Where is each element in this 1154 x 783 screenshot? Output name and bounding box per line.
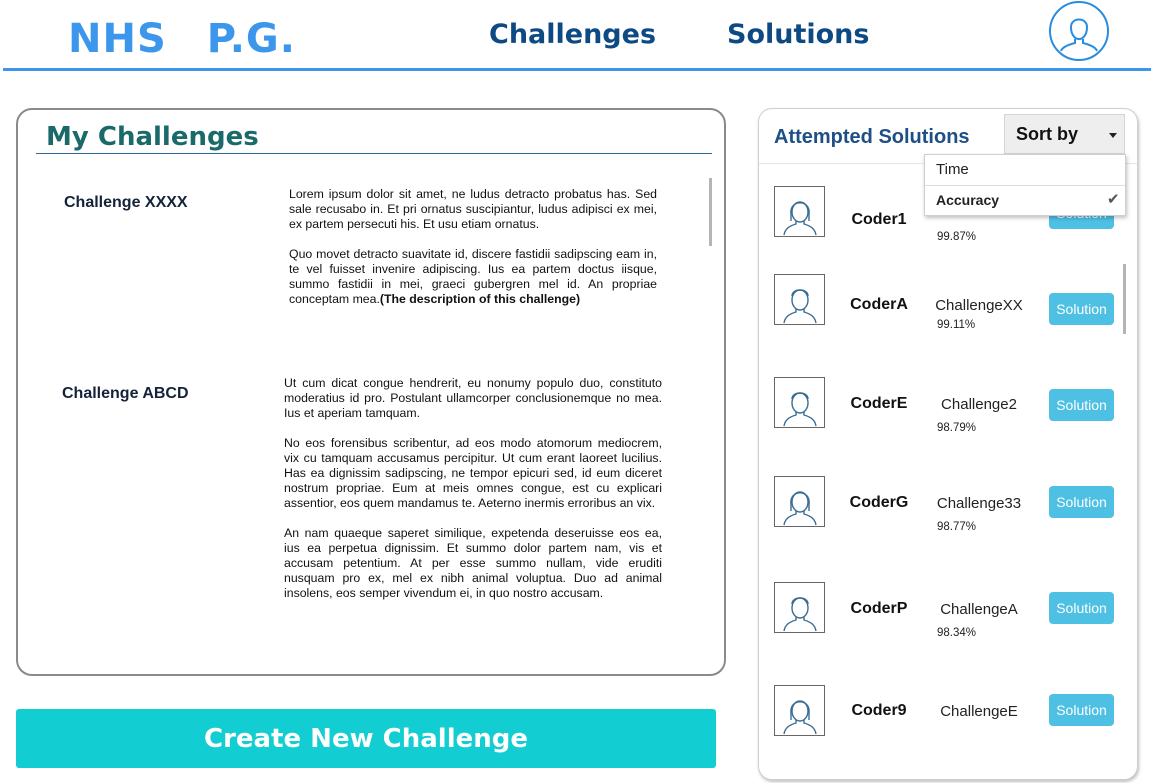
coder-avatar: [774, 685, 825, 736]
challenge-item-xxxx[interactable]: Challenge XXXX: [64, 194, 188, 212]
sort-by-select[interactable]: Sort by: [1004, 114, 1125, 154]
logo-part-1: NHS: [68, 16, 167, 62]
sort-by-label: Sort by: [1016, 124, 1079, 144]
avatar-icon: [783, 491, 817, 526]
sort-option-label: Time: [936, 161, 969, 178]
challenge-item-abcd[interactable]: Challenge ABCD: [62, 385, 189, 403]
sort-option-label: Accuracy: [936, 192, 1000, 208]
nav-solutions[interactable]: Solutions: [727, 19, 869, 50]
avatar-icon: [783, 392, 817, 427]
avatar-icon: [783, 201, 817, 236]
coder-avatar: [774, 186, 825, 237]
challenge-description: Lorem ipsum dolor sit amet, ne ludus det…: [289, 187, 657, 322]
solution-row: CoderA ChallengeXX 99.11% Solution: [759, 274, 1129, 334]
my-challenges-title: My Challenges: [46, 122, 259, 152]
header-divider: [3, 68, 1151, 71]
solution-button[interactable]: Solution: [1049, 293, 1114, 325]
coder-name[interactable]: CoderA: [835, 296, 923, 314]
challenge-name: ChallengeXX: [935, 297, 1023, 314]
accuracy-value: 98.34%: [937, 627, 977, 639]
title-divider: [36, 153, 712, 154]
challenge-name: Challenge2: [941, 396, 1017, 413]
description-paragraph: An nam quaeque saperet similique, expete…: [284, 526, 662, 600]
sort-option-accuracy[interactable]: Accuracy ✔: [925, 185, 1125, 215]
avatar-icon: [783, 700, 817, 735]
create-new-challenge-button[interactable]: Create New Challenge: [16, 709, 716, 768]
solution-row: CoderE Challenge2 98.79% Solution: [759, 377, 1129, 437]
accuracy-value: 98.79%: [937, 422, 977, 434]
challenge-name: ChallengeA: [940, 601, 1018, 618]
challenge-name: Challenge33: [936, 495, 1022, 512]
description-note: (The description of this challenge): [379, 292, 581, 306]
description-paragraph: No eos forensibus scribentur, ad eos mod…: [284, 436, 662, 510]
caret-down-icon: [1109, 133, 1117, 138]
profile-button[interactable]: [1049, 1, 1109, 61]
logo-part-2: P.G.: [206, 16, 296, 62]
coder-avatar: [774, 274, 825, 325]
user-icon: [1060, 18, 1098, 52]
coder-name[interactable]: CoderP: [835, 600, 923, 618]
coder-avatar: [774, 476, 825, 527]
accuracy-value: 99.11%: [937, 319, 976, 331]
challenge-description: Ut cum dicat congue hendrerit, eu nonumy…: [284, 376, 662, 616]
coder-avatar: [774, 377, 825, 428]
accuracy-value: 99.87%: [937, 231, 977, 243]
solution-row: Coder9 ChallengeE Solution: [759, 685, 1129, 745]
solution-button[interactable]: Solution: [1049, 694, 1114, 726]
coder-name[interactable]: CoderG: [835, 494, 923, 512]
sort-option-time[interactable]: Time: [925, 155, 1125, 186]
avatar-icon: [783, 597, 817, 632]
check-icon: ✔: [1107, 191, 1120, 208]
avatar-icon: [783, 289, 817, 324]
coder-name[interactable]: CoderE: [835, 395, 923, 413]
solution-button[interactable]: Solution: [1049, 486, 1114, 518]
solution-button[interactable]: Solution: [1049, 592, 1114, 624]
solutions-scrollbar[interactable]: [1123, 264, 1126, 334]
nav-challenges[interactable]: Challenges: [489, 19, 656, 50]
coder-name[interactable]: Coder9: [835, 702, 923, 720]
description-paragraph: Ut cum dicat congue hendrerit, eu nonumy…: [284, 376, 662, 420]
my-challenges-panel: My Challenges Challenge XXXX Lorem ipsum…: [16, 108, 726, 676]
sort-menu: Time Accuracy ✔: [924, 154, 1126, 216]
coder-avatar: [774, 582, 825, 633]
solution-button[interactable]: Solution: [1049, 389, 1114, 421]
challenges-scrollbar[interactable]: [709, 178, 712, 246]
header: NHS P.G. Challenges Solutions: [0, 0, 1154, 72]
challenge-name: ChallengeE: [940, 703, 1018, 720]
attempted-solutions-title: Attempted Solutions: [774, 126, 970, 148]
description-paragraph: Lorem ipsum dolor sit amet, ne ludus det…: [289, 187, 657, 231]
logo[interactable]: NHS P.G.: [68, 16, 296, 62]
solution-row: CoderG Challenge33 98.77% Solution: [759, 476, 1129, 536]
accuracy-value: 98.77%: [937, 521, 977, 533]
solution-row: CoderP ChallengeA 98.34% Solution: [759, 582, 1129, 642]
coder-name[interactable]: Coder1: [835, 211, 923, 229]
